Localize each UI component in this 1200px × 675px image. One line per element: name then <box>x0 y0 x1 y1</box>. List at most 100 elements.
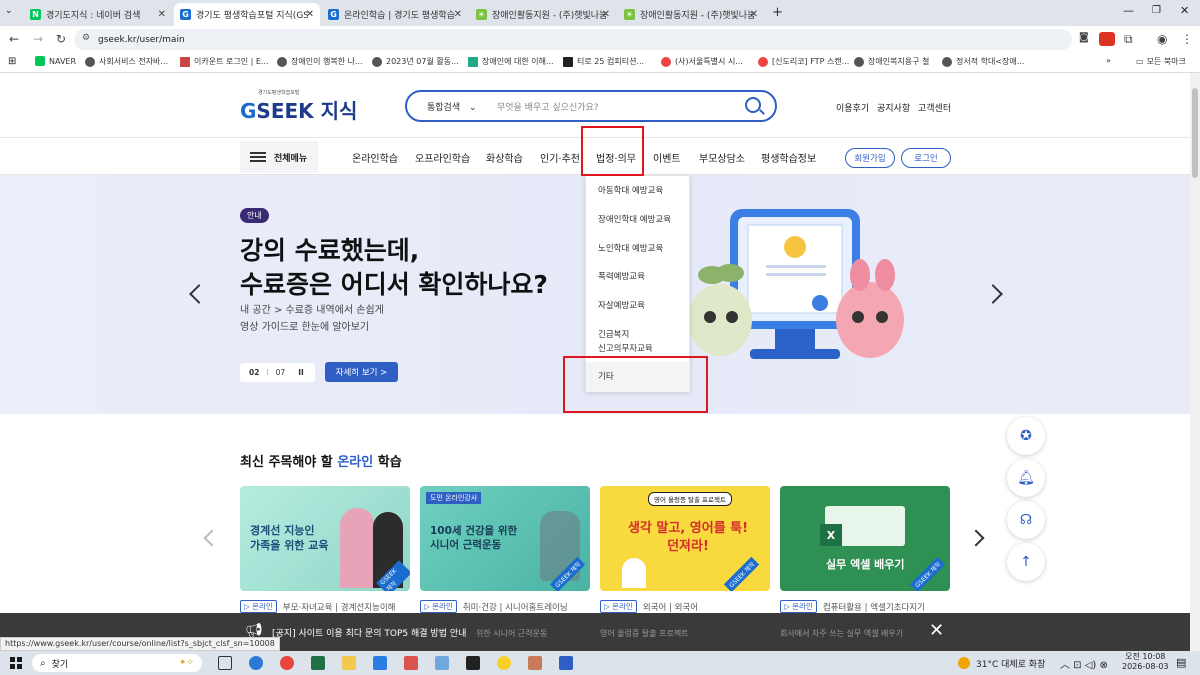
support-float-button[interactable]: ☊ <box>1007 501 1045 539</box>
back-icon[interactable]: ← <box>9 32 19 46</box>
bookmark-item[interactable]: 사회서비스 전자바... <box>85 56 168 67</box>
search-category-select[interactable]: 통합검색 ⌄ <box>427 100 497 113</box>
carousel-prev-icon[interactable] <box>203 529 221 547</box>
close-tab-icon[interactable]: ✕ <box>602 9 610 20</box>
scrollbar-thumb[interactable] <box>1192 88 1198 178</box>
dropdown-item-disability-abuse[interactable]: 장애인학대 예방교육 <box>598 213 671 227</box>
hero-next-icon[interactable] <box>983 284 1003 304</box>
maximize-icon[interactable]: ❐ <box>1152 5 1161 16</box>
bookmark-item[interactable]: 2023년 07월 활동... <box>372 56 459 67</box>
all-menu-button[interactable]: 전체메뉴 <box>240 141 318 173</box>
dropdown-item-elder-abuse[interactable]: 노인학대 예방교육 <box>598 242 663 256</box>
bookmark-item[interactable]: NAVER <box>35 56 76 66</box>
course-card[interactable]: 도민 온라인강사 100세 건강을 위한 시니어 근력운동 GSEEK 제작 <box>420 486 590 591</box>
kakaotalk-icon[interactable] <box>497 656 511 670</box>
certificate-float-button[interactable]: ✪ <box>1007 417 1045 455</box>
all-bookmarks-folder[interactable]: ▭ 모든 북마크 <box>1136 56 1186 67</box>
nav-video-learning[interactable]: 화상학습 <box>486 150 523 165</box>
weather-text[interactable]: 31°C 대체로 화창 <box>976 657 1045 670</box>
bookmark-item[interactable]: 이카운트 로그인 | E... <box>180 56 269 67</box>
apps-grid-icon[interactable]: ⊞ <box>8 56 16 67</box>
detail-button[interactable]: 자세히 보기 > <box>325 362 398 382</box>
camera-icon[interactable]: ◙ <box>1079 32 1089 43</box>
browser-tab[interactable]: ☀ 장애인활동지원 - (주)햇빛나눔 ✕ <box>618 3 764 26</box>
nav-events[interactable]: 이벤트 <box>653 150 681 165</box>
dropdown-item-suicide-prevention[interactable]: 자살예방교육 <box>598 299 645 313</box>
menu-kebab-icon[interactable]: ⋮ <box>1181 32 1193 46</box>
puzzle-icon[interactable]: ⧉ <box>1124 32 1133 47</box>
minimize-icon[interactable]: — <box>1123 4 1134 17</box>
notice-text[interactable]: [공지] 사이트 이용 최다 문의 TOP5 해결 방법 안내 <box>272 626 466 639</box>
nav-lifelong-info[interactable]: 평생학습정보 <box>761 150 816 165</box>
url-bar[interactable]: ⚙ gseek.kr/user/main <box>74 29 1072 50</box>
windows-start-icon[interactable] <box>10 657 22 669</box>
course-card[interactable]: 영어 울렁증 탈출 프로젝트 생각 말고, 영어를 툭! 던져라! GSEEK … <box>600 486 770 591</box>
scroll-top-button[interactable]: ↑ <box>1007 543 1045 581</box>
bookmark-item[interactable]: [신도리코] FTP 스캔... <box>758 56 849 67</box>
nav-online-learning[interactable]: 온라인학습 <box>352 150 398 165</box>
new-tab-button[interactable]: + <box>772 5 783 20</box>
tray-icons[interactable]: ︿ ⊡ ◁) ⊗ <box>1060 656 1108 671</box>
dropdown-item-child-abuse[interactable]: 아동학대 예방교육 <box>598 184 663 198</box>
close-tab-icon[interactable]: ✕ <box>158 9 166 20</box>
login-button[interactable]: 로그인 <box>901 148 951 168</box>
browser-tab[interactable]: G 온라인학습 | 경기도 평생학습 ✕ <box>322 3 468 26</box>
search-input[interactable]: 무엇을 배우고 싶으신가요? <box>497 100 599 113</box>
browser-tab[interactable]: ☀ 장애인활동지원 - (주)햇빛나눔 ✕ <box>470 3 616 26</box>
globe-icon <box>854 56 864 67</box>
gseek-logo[interactable]: 경기도평생학습포털 GSEEK 지식 <box>240 90 357 124</box>
profile-icon[interactable]: ◉ <box>1157 32 1167 46</box>
pager-separator: I <box>266 368 269 377</box>
bookmark-item[interactable]: (사)서울특별시 시... <box>661 56 743 67</box>
dropdown-item-violence-prevention[interactable]: 폭력예방교육 <box>598 270 645 284</box>
app-icon[interactable] <box>373 656 387 670</box>
reload-icon[interactable]: ↻ <box>56 32 66 46</box>
excel-taskbar-icon[interactable] <box>311 656 325 670</box>
course-card[interactable]: X 실무 엑셀 배우기 GSEEK 제작 <box>780 486 950 591</box>
forward-icon[interactable]: → <box>33 32 43 46</box>
nav-parent-counseling[interactable]: 부모상담소 <box>699 150 745 165</box>
hero-prev-icon[interactable] <box>189 284 209 304</box>
nav-popular[interactable]: 인기·추천 <box>540 150 580 165</box>
notification-icon[interactable]: ▤ <box>1176 656 1186 669</box>
bookmark-item[interactable]: 장애인복지용구 철 <box>854 56 929 67</box>
taskbar-search[interactable]: ⌕ 찾기 ✦✧ <box>32 654 202 672</box>
tab-search-icon[interactable]: ⌄ <box>5 6 13 16</box>
task-view-icon[interactable] <box>218 656 232 670</box>
signup-button[interactable]: 회원가입 <box>845 148 895 168</box>
browser-tab-active[interactable]: G 경기도 평생학습포털 지식(GSE ✕ <box>174 3 320 26</box>
dropdown-item-emergency-welfare[interactable]: 긴급복지 신고의무자교육 <box>598 328 653 356</box>
pause-icon[interactable]: II <box>298 368 304 377</box>
extension-icon[interactable] <box>1099 32 1115 46</box>
nav-offline-learning[interactable]: 오프라인학습 <box>415 150 470 165</box>
app-icon[interactable] <box>435 656 449 670</box>
carousel-next-icon[interactable] <box>967 529 985 547</box>
app-icon[interactable] <box>466 656 480 670</box>
bookmark-item[interactable]: 장애인에 대한 이해... <box>468 56 554 67</box>
bookmark-item[interactable]: 티로 25 컴피티션... <box>563 56 644 67</box>
bookmarks-overflow-icon[interactable]: » <box>1106 56 1111 65</box>
bookmark-item[interactable]: 장애인이 행복한 나... <box>277 56 363 67</box>
search-box[interactable]: 통합검색 ⌄ 무엇을 배우고 싶으신가요? <box>405 90 777 122</box>
file-explorer-icon[interactable] <box>342 656 356 670</box>
course-card[interactable]: 경계선 지능인 가족을 위한 교육 GSEEK 제작 <box>240 486 410 591</box>
reviews-link[interactable]: 이용후기 <box>836 101 869 114</box>
close-tab-icon[interactable]: ✕ <box>454 9 462 20</box>
bookmark-item[interactable]: 정서적 학대<장애... <box>942 56 1024 67</box>
close-tab-icon[interactable]: ✕ <box>306 9 314 20</box>
search-icon[interactable] <box>745 97 761 113</box>
notification-float-button[interactable]: 🔔︎ <box>1007 459 1045 497</box>
chrome-icon[interactable] <box>280 656 294 670</box>
customer-center-link[interactable]: 고객센터 <box>918 101 951 114</box>
site-info-icon[interactable]: ⚙ <box>82 33 90 43</box>
notice-close-icon[interactable]: ✕ <box>929 620 944 641</box>
close-tab-icon[interactable]: ✕ <box>750 9 758 20</box>
app-icon[interactable] <box>559 656 573 670</box>
browser-tab[interactable]: N 경기도지식 : 네이버 검색 ✕ <box>24 3 172 26</box>
close-window-icon[interactable]: ✕ <box>1180 4 1189 17</box>
app-icon[interactable] <box>528 656 542 670</box>
edge-icon[interactable] <box>249 656 263 670</box>
app-icon[interactable] <box>404 656 418 670</box>
clock[interactable]: 오전 10:08 2026-08-03 <box>1122 652 1169 672</box>
notice-link[interactable]: 공지사항 <box>877 101 910 114</box>
